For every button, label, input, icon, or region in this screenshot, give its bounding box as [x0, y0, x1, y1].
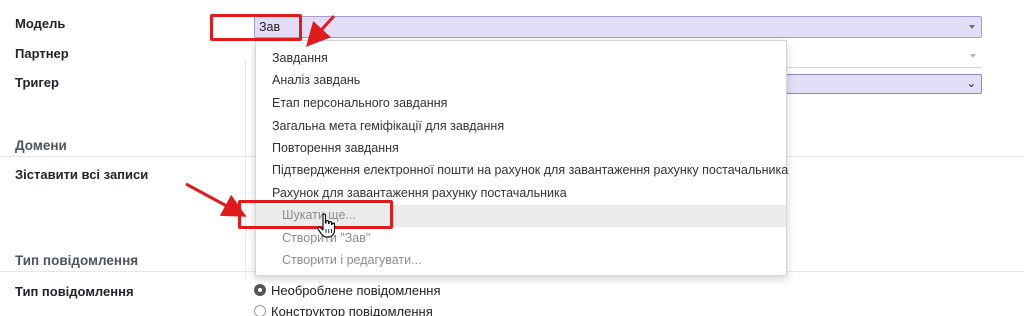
dropdown-item[interactable]: Повторення завдання	[272, 141, 399, 155]
partner-label: Партнер	[15, 46, 69, 61]
trigger-select[interactable]: ⌄	[780, 74, 982, 94]
caret-down-icon[interactable]	[969, 25, 975, 29]
dropdown-item[interactable]: Рахунок для завантаження рахунку постача…	[272, 186, 567, 200]
message-type-section-title: Тип повідомлення	[15, 253, 139, 268]
radio-raw-message-label[interactable]: Необроблене повідомлення	[271, 283, 440, 298]
annotation-arrow-to-search-more	[185, 182, 247, 217]
radio-message-builder[interactable]	[254, 305, 266, 316]
dropdown-item[interactable]: Загальна мета геміфікації для завдання	[272, 119, 504, 133]
dropdown-item[interactable]: Аналіз завдань	[272, 73, 360, 87]
chevron-down-icon[interactable]: ⌄	[967, 78, 976, 90]
message-type-label: Тип повідомлення	[15, 284, 134, 299]
dropdown-item[interactable]: Етап персонального завдання	[272, 96, 447, 110]
radio-message-builder-label[interactable]: Конструктор повідомлення	[271, 304, 433, 316]
hand-pointer-icon	[317, 213, 336, 238]
field-column-divider	[245, 60, 246, 280]
dropdown-item[interactable]: Завдання	[272, 51, 328, 65]
model-label: Модель	[15, 16, 66, 31]
trigger-label: Тригер	[15, 75, 59, 90]
create-and-edit-option[interactable]: Створити і редагувати...	[282, 253, 422, 267]
model-input[interactable]: Зав	[254, 16, 982, 38]
partner-input[interactable]	[780, 46, 982, 68]
dropdown-item[interactable]: Підтвердження електронної пошти на рахун…	[272, 163, 788, 177]
annotation-box-model-input	[210, 14, 302, 41]
radio-raw-message[interactable]	[254, 284, 266, 296]
match-all-label: Зіставити всі записи	[15, 167, 149, 182]
model-autocomplete-dropdown: Завдання Аналіз завдань Етап персонально…	[255, 40, 788, 276]
caret-down-icon[interactable]	[970, 54, 976, 58]
domains-section-title: Домени	[15, 138, 67, 153]
